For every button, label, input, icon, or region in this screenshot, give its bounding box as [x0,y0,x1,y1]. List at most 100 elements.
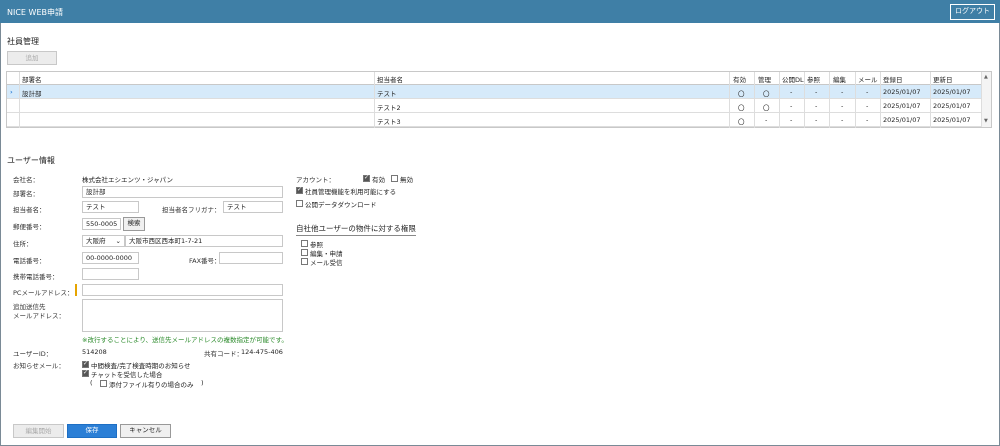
notify-attach-checkbox[interactable] [100,380,107,387]
col-dept[interactable]: 部署名 [22,74,42,84]
perm-mail-label: メール受信 [310,259,343,267]
notify-attach-close-paren: ) [201,379,204,387]
column-divider [19,72,20,128]
company-value: 株式会社エシエンツ・ジャパン [82,176,173,184]
app-title: NICE WEB申請 [7,8,63,17]
zip-search-button[interactable]: 検索 [123,217,145,231]
logout-button[interactable]: ログアウト [950,4,995,20]
kana-input[interactable]: テスト [223,201,283,213]
dept-label: 部署名： [13,190,39,198]
cell-updated: 2025/01/07 [933,88,971,96]
col-edit[interactable]: 編集 [833,74,846,84]
cell-registered: 2025/01/07 [883,88,921,96]
extra-mail-note: ※改行することにより、送信先メールアドレスの複数指定が可能です。 [82,336,288,344]
phone-input[interactable]: 00-0000-0000 [82,252,139,264]
notify-chat-checkbox[interactable] [82,369,89,377]
table-row[interactable]: テスト2 〇 〇 - - - - 2025/01/07 2025/01/07 [7,99,982,113]
perm-edit-checkbox[interactable] [301,249,308,256]
cell-edit: - [841,102,844,110]
account-valid-label: 有効 [372,176,385,184]
staff-table: 部署名 担当者名 有効 管理 公開DL 参照 編集 メール 登録日 更新日 › … [6,71,992,128]
notify-chat-label: チャットを受信した場合 [91,371,163,379]
column-divider [829,72,830,128]
cell-dept: 設計部 [22,90,42,98]
column-divider [374,72,375,128]
mobile-input[interactable] [82,268,139,280]
person-label: 担当者名： [13,206,46,214]
cell-public-dl: - [790,116,793,124]
col-registered[interactable]: 登録日 [883,74,903,84]
zip-input[interactable]: 550-0005 [82,218,121,230]
userid-label: ユーザーID： [13,350,53,358]
scroll-up-icon[interactable]: ▲ [984,74,988,80]
address-input[interactable]: 大阪市西区西本町1-7-21 [125,235,283,247]
prefecture-select[interactable]: 大阪府 ⌄ [82,235,125,247]
cell-valid: 〇 [738,118,745,126]
extra-mail-textarea[interactable] [82,299,283,332]
col-mail[interactable]: メール [858,74,878,84]
prefecture-value: 大阪府 [86,237,106,245]
pcmail-input[interactable] [82,284,283,296]
phone-label: 電話番号： [13,257,46,265]
userid-value: 514208 [82,348,107,356]
cell-mail: - [866,88,869,96]
table-row[interactable]: テスト3 〇 - - - - - 2025/01/07 2025/01/07 [7,113,982,127]
cell-manage: 〇 [763,90,770,98]
cell-public-dl: - [790,88,793,96]
cancel-button[interactable]: キャンセル [120,424,171,438]
pcmail-label: PCメールアドレス： [13,289,74,297]
cell-person: テスト3 [377,118,401,126]
cell-ref: - [815,88,818,96]
account-invalid-label: 無効 [400,176,413,184]
use-staff-mgmt-checkbox[interactable] [296,186,303,194]
column-divider [729,72,730,128]
account-invalid-checkbox[interactable] [391,175,398,182]
cell-updated: 2025/01/07 [933,116,971,124]
use-staff-mgmt-label: 社員管理機能を利用可能にする [305,188,397,196]
cell-mail: - [866,102,869,110]
col-updated[interactable]: 更新日 [933,74,953,84]
extra-mail-label-2: メールアドレス： [13,312,65,320]
app-header: NICE WEB申請 ログアウト [0,0,1000,23]
address-label: 住所： [13,240,33,248]
kana-label: 担当者名フリガナ： [162,206,221,214]
col-person[interactable]: 担当者名 [377,74,403,84]
cell-edit: - [841,116,844,124]
col-manage[interactable]: 管理 [758,74,771,84]
cell-person: テスト [377,90,397,98]
scroll-down-icon[interactable]: ▼ [984,118,988,124]
col-ref[interactable]: 参照 [807,74,820,84]
perm-mail-checkbox[interactable] [301,258,308,265]
notify-inspection-checkbox[interactable] [82,360,89,368]
fax-label: FAX番号： [189,257,221,265]
required-marker [75,284,77,296]
cell-registered: 2025/01/07 [883,102,921,110]
col-valid[interactable]: 有効 [733,74,746,84]
cell-ref: - [815,116,818,124]
save-button[interactable]: 保存 [67,424,117,438]
mobile-label: 携帯電話番号： [13,273,59,281]
cell-person: テスト2 [377,104,401,112]
row-selected-chevron-icon: › [10,88,13,96]
perm-title: 自社他ユーザーの物件に対する権限 [296,223,416,236]
account-label: アカウント： [296,176,335,184]
table-row[interactable]: › 設計部 テスト 〇 〇 - - - - 2025/01/07 2025/01… [7,85,982,99]
account-valid-checkbox[interactable] [363,174,370,182]
notify-label: お知らせメール： [13,362,65,370]
staff-section-title: 社員管理 [7,37,39,46]
edit-start-button[interactable]: 編集開始 [13,424,64,438]
table-scrollbar[interactable]: ▲ ▼ [981,72,991,127]
fax-input[interactable] [219,252,283,264]
cell-manage: - [765,116,768,124]
col-public-dl[interactable]: 公開DL [782,74,804,84]
add-button[interactable]: 追加 [7,51,57,65]
cell-mail: - [866,116,869,124]
column-divider [754,72,755,128]
person-input[interactable]: テスト [82,201,139,213]
dept-input[interactable]: 設計部 [82,186,283,198]
perm-ref-checkbox[interactable] [301,240,308,247]
public-download-label: 公開データダウンロード [305,201,377,209]
column-divider [855,72,856,128]
cell-ref: - [815,102,818,110]
public-download-checkbox[interactable] [296,200,303,207]
